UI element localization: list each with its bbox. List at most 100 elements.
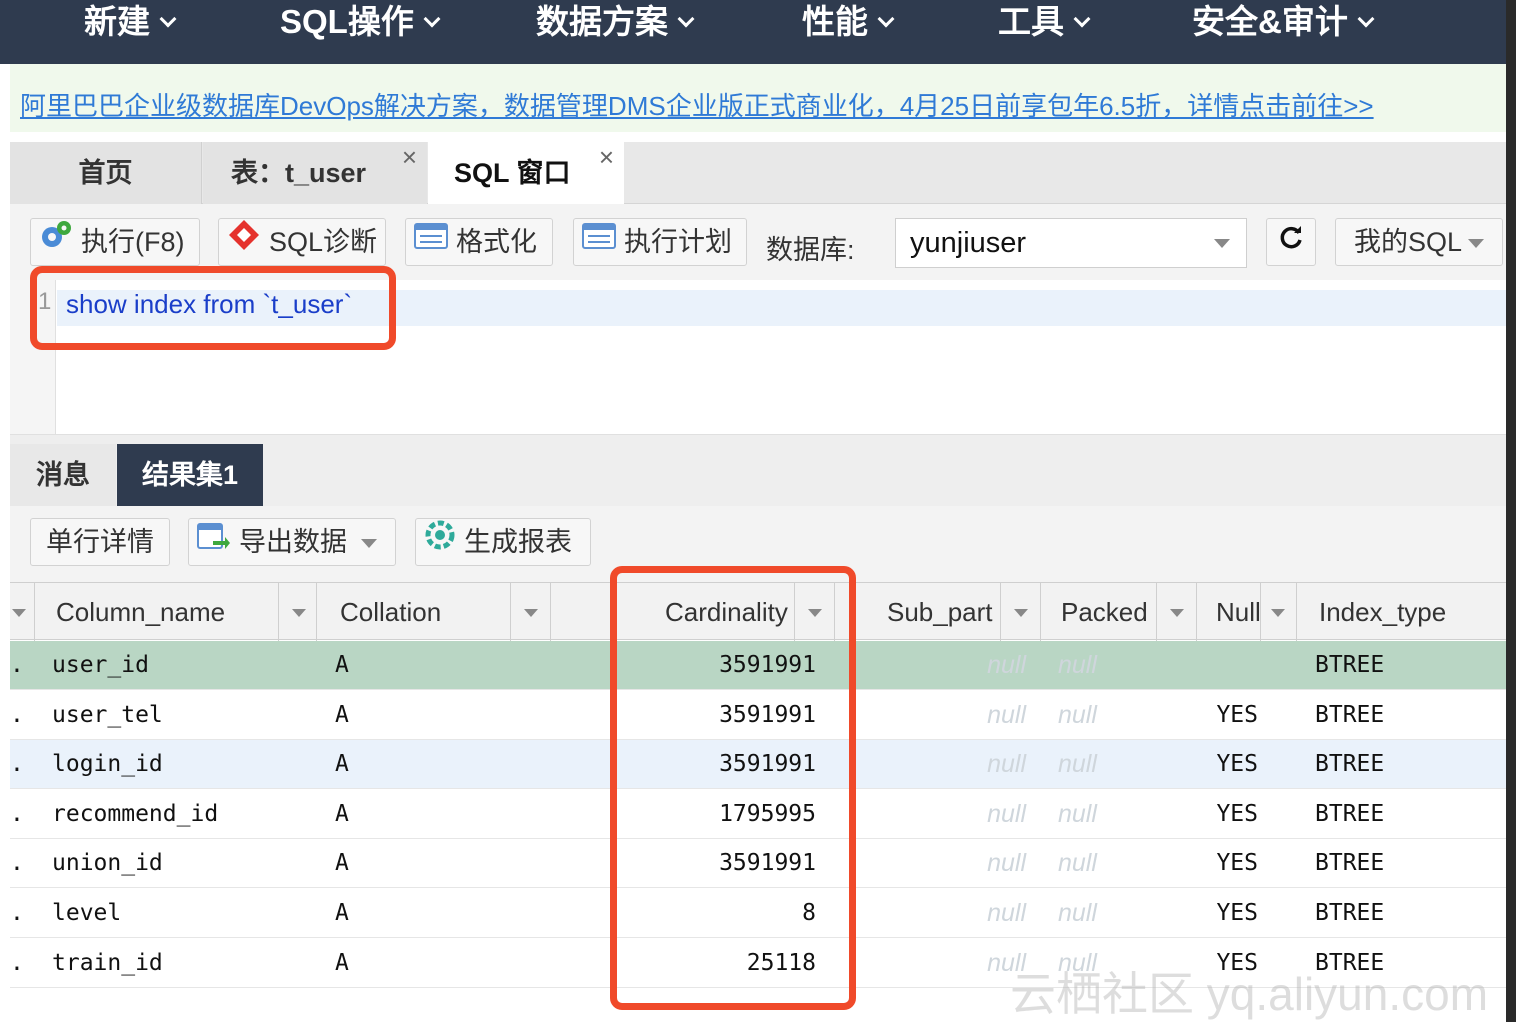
caret-down-icon[interactable]: [1271, 609, 1285, 617]
plan-icon: [582, 219, 616, 265]
tab-home[interactable]: 首页: [10, 142, 202, 204]
header-collation[interactable]: Collation: [340, 583, 441, 641]
cell-column-name[interactable]: union_id: [52, 839, 163, 888]
cell-collation[interactable]: A: [335, 839, 349, 888]
cell-null[interactable]: YES: [1216, 889, 1258, 938]
cell-index-type[interactable]: BTREE: [1315, 691, 1384, 740]
cell-collation[interactable]: A: [335, 740, 349, 789]
cell-index-type[interactable]: BTREE: [1315, 889, 1384, 938]
row-marker[interactable]: .: [10, 889, 24, 938]
generate-report-button[interactable]: 生成报表: [415, 518, 591, 566]
chevron-down-icon: [877, 10, 895, 28]
execution-plan-button[interactable]: 执行计划: [573, 218, 747, 266]
close-icon[interactable]: ×: [599, 126, 614, 188]
cell-packed[interactable]: null: [1058, 641, 1097, 690]
column-divider: [316, 583, 317, 641]
promo-link[interactable]: 阿里巴巴企业级数据库DevOps解决方案，数据管理DMS企业版正式商业化，4月2…: [20, 86, 1374, 123]
caret-down-icon[interactable]: [1014, 609, 1028, 617]
tab-table-t-user[interactable]: 表：t_user ×: [203, 142, 427, 204]
sql-diagnose-button[interactable]: SQL诊断: [218, 218, 386, 266]
cell-sub-part[interactable]: null: [987, 641, 1026, 690]
cell-collation[interactable]: A: [335, 939, 349, 988]
cell-collation[interactable]: A: [335, 790, 349, 839]
tab-sql-window[interactable]: SQL 窗口 ×: [428, 142, 624, 205]
row-marker[interactable]: .: [10, 691, 24, 740]
tab-table-label: 表：t_user: [231, 158, 367, 188]
chevron-down-icon: [1073, 10, 1091, 28]
cell-packed[interactable]: null: [1058, 740, 1097, 789]
nav-sql-ops[interactable]: SQL操作: [280, 0, 441, 48]
cell-collation[interactable]: A: [335, 889, 349, 938]
cell-sub-part[interactable]: null: [987, 839, 1026, 888]
cell-column-name[interactable]: user_id: [52, 641, 149, 690]
nav-tools-label: 工具: [998, 3, 1064, 40]
row-marker[interactable]: .: [10, 839, 24, 888]
nav-security-audit[interactable]: 安全&审计: [1192, 0, 1375, 48]
tab-messages[interactable]: 消息: [10, 444, 116, 506]
row-marker[interactable]: .: [10, 641, 24, 690]
nav-performance-label: 性能: [802, 3, 868, 40]
cell-packed[interactable]: null: [1058, 889, 1097, 938]
cell-null[interactable]: YES: [1216, 790, 1258, 839]
cell-null[interactable]: YES: [1216, 740, 1258, 789]
cell-null[interactable]: YES: [1216, 691, 1258, 740]
tab-resultset-1[interactable]: 结果集1: [117, 444, 263, 506]
nav-new[interactable]: 新建: [84, 0, 177, 48]
tab-messages-label: 消息: [36, 460, 90, 490]
header-column-name[interactable]: Column_name: [56, 583, 225, 641]
cell-sub-part[interactable]: null: [987, 691, 1026, 740]
row-marker[interactable]: .: [10, 939, 24, 988]
header-index-type[interactable]: Index_type: [1319, 583, 1446, 641]
format-button[interactable]: 格式化: [405, 218, 553, 266]
caret-down-icon[interactable]: [12, 609, 26, 617]
highlight-box-query: [30, 266, 396, 350]
cell-index-type[interactable]: BTREE: [1315, 641, 1384, 690]
database-select[interactable]: yunjiuser: [895, 218, 1247, 268]
cell-column-name[interactable]: level: [52, 889, 121, 938]
cell-column-name[interactable]: recommend_id: [52, 790, 218, 839]
nav-performance[interactable]: 性能: [802, 0, 895, 48]
row-marker[interactable]: .: [10, 790, 24, 839]
nav-sql-ops-label: SQL操作: [280, 3, 414, 40]
refresh-button[interactable]: [1266, 218, 1316, 266]
top-nav: 新建 SQL操作 数据方案 性能 工具 安全&审计: [0, 0, 1506, 64]
close-icon[interactable]: ×: [402, 126, 417, 188]
cell-index-type[interactable]: BTREE: [1315, 839, 1384, 888]
caret-down-icon[interactable]: [524, 609, 538, 617]
row-marker[interactable]: .: [10, 740, 24, 789]
header-packed[interactable]: Packed: [1061, 583, 1148, 641]
cell-column-name[interactable]: train_id: [52, 939, 163, 988]
row-detail-button[interactable]: 单行详情: [30, 518, 170, 566]
execute-button[interactable]: 执行(F8): [30, 218, 200, 266]
column-divider: [1296, 583, 1297, 641]
column-divider: [34, 583, 35, 641]
caret-down-icon[interactable]: [292, 609, 306, 617]
caret-down-icon: [361, 539, 377, 548]
export-icon: [197, 519, 231, 565]
cell-column-name[interactable]: user_tel: [52, 691, 163, 740]
caret-down-icon: [1468, 239, 1484, 248]
cell-null[interactable]: YES: [1216, 839, 1258, 888]
cell-collation[interactable]: A: [335, 641, 349, 690]
cell-column-name[interactable]: login_id: [52, 740, 163, 789]
promo-banner: 阿里巴巴企业级数据库DevOps解决方案，数据管理DMS企业版正式商业化，4月2…: [10, 64, 1506, 132]
column-divider: [510, 583, 511, 641]
nav-data-solutions[interactable]: 数据方案: [536, 0, 695, 48]
header-sub-part[interactable]: Sub_part: [887, 583, 993, 641]
header-null[interactable]: Null: [1216, 583, 1260, 641]
cell-index-type[interactable]: BTREE: [1315, 740, 1384, 789]
my-sql-dropdown[interactable]: 我的SQL: [1335, 218, 1503, 266]
cell-sub-part[interactable]: null: [987, 889, 1026, 938]
row-detail-label: 单行详情: [46, 527, 154, 557]
cell-sub-part[interactable]: null: [987, 790, 1026, 839]
watermark: 云栖社区 yq.aliyun.com: [1010, 968, 1489, 1020]
cell-packed[interactable]: null: [1058, 691, 1097, 740]
cell-index-type[interactable]: BTREE: [1315, 790, 1384, 839]
caret-down-icon[interactable]: [1170, 609, 1184, 617]
nav-tools[interactable]: 工具: [998, 0, 1091, 48]
cell-sub-part[interactable]: null: [987, 740, 1026, 789]
cell-collation[interactable]: A: [335, 691, 349, 740]
cell-packed[interactable]: null: [1058, 839, 1097, 888]
cell-packed[interactable]: null: [1058, 790, 1097, 839]
export-data-dropdown[interactable]: 导出数据: [188, 518, 396, 566]
